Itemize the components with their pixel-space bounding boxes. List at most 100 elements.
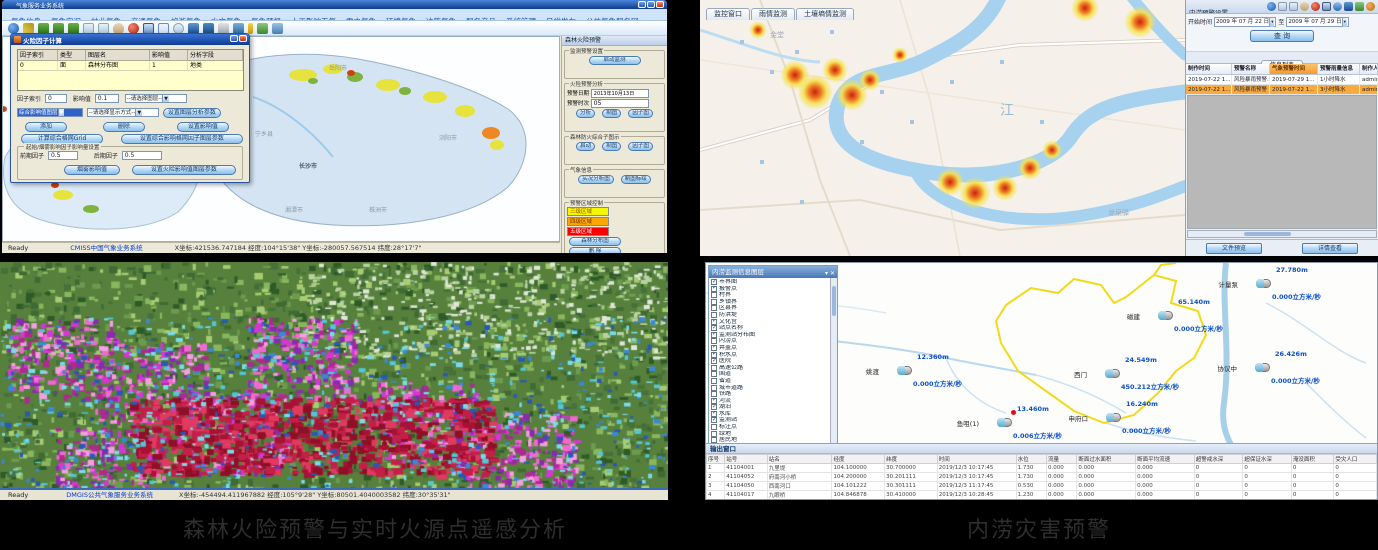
layer-checkbox[interactable] bbox=[711, 286, 717, 292]
col-header[interactable]: 超警戒水深 bbox=[1194, 455, 1243, 464]
horizontal-scrollbar[interactable] bbox=[1187, 230, 1377, 238]
layer-checkbox[interactable] bbox=[711, 365, 717, 371]
influence-input[interactable]: 0.1 bbox=[95, 94, 119, 103]
layer-item[interactable]: 国道 bbox=[711, 371, 829, 378]
date-to-input[interactable]: 2009 年 07 月 29 日▾ bbox=[1286, 17, 1349, 27]
layer-item[interactable]: 站点名称 bbox=[711, 325, 829, 332]
col-header[interactable]: 时间 bbox=[937, 455, 1016, 464]
layer-checkbox[interactable] bbox=[711, 325, 717, 331]
file-preview-button[interactable]: 文件预览 bbox=[1206, 243, 1262, 254]
panel-toolbar-icon[interactable] bbox=[1355, 2, 1364, 11]
status-system-link[interactable]: CMISS中国气象业务系统 bbox=[70, 244, 142, 252]
close-icon[interactable] bbox=[656, 1, 664, 8]
col-header[interactable]: 纬度 bbox=[885, 455, 938, 464]
col-header[interactable]: 断面过水面积 bbox=[1077, 455, 1136, 464]
layer-checkbox[interactable] bbox=[711, 338, 717, 344]
table-row[interactable]: 0 面 森林分布图 1 地类 bbox=[18, 61, 243, 71]
layer-item[interactable]: 防洪堤 bbox=[711, 312, 829, 319]
layer-item[interactable]: 居民地 bbox=[711, 437, 829, 443]
layer-item[interactable]: 乡镇界 bbox=[711, 299, 829, 306]
layer-item[interactable]: 省道 bbox=[711, 378, 829, 385]
layer-checkbox[interactable] bbox=[711, 378, 717, 384]
detail-view-button[interactable]: 详情查看 bbox=[1302, 243, 1358, 254]
window-titlebar[interactable]: 气象服务业务系统 bbox=[2, 0, 667, 9]
chevron-down-icon[interactable]: ▼ bbox=[162, 95, 169, 103]
dialog-titlebar[interactable]: 火险因子计算 bbox=[11, 34, 249, 45]
col-header[interactable]: 站号 bbox=[725, 455, 768, 464]
layer-checkbox[interactable] bbox=[711, 431, 717, 437]
station-gauge-icon[interactable] bbox=[1255, 363, 1270, 372]
display-mode-select[interactable]: --请选择显示方式--▼ bbox=[87, 108, 159, 117]
warning-row[interactable]: 2019-07-22 1... 风险暴雨预警... 2019-07-29 1..… bbox=[1186, 75, 1378, 85]
col-header[interactable]: 流量 bbox=[1047, 455, 1077, 464]
col-header[interactable]: 站名 bbox=[767, 455, 832, 464]
delete-button[interactable]: 删除 bbox=[103, 122, 145, 132]
layer-checkbox[interactable] bbox=[711, 292, 717, 298]
panel-toolbar-icon[interactable] bbox=[1289, 2, 1298, 11]
layer-item[interactable]: 报警点 bbox=[711, 286, 829, 293]
layer-item[interactable]: 积水点 bbox=[711, 352, 829, 359]
influence-layer-select[interactable]: 综合影响值图层▼ bbox=[17, 108, 83, 117]
layer-item[interactable]: 水库 bbox=[711, 411, 829, 418]
layer-checkbox[interactable] bbox=[711, 424, 717, 430]
dialog-close-icon[interactable] bbox=[239, 35, 247, 42]
chart-button[interactable]: 制图 bbox=[602, 109, 621, 118]
panel-toolbar-icon[interactable] bbox=[1267, 2, 1276, 11]
layer-checkbox[interactable] bbox=[711, 358, 717, 364]
warning-level-item[interactable]: 三级区域 bbox=[567, 207, 609, 216]
warning-level-item[interactable]: 四级区域 bbox=[567, 217, 609, 226]
table-row[interactable]: 341104050西南河口104.101222 30.3011112019/12… bbox=[707, 482, 1377, 491]
layer-checkbox[interactable] bbox=[711, 279, 717, 285]
forest-map-button[interactable]: 森林分布图 bbox=[569, 237, 621, 246]
toolbar-icon[interactable] bbox=[248, 23, 253, 34]
layer-checkbox[interactable] bbox=[711, 385, 717, 391]
satellite-false-color-image[interactable] bbox=[0, 262, 668, 488]
layer-item[interactable]: 河流 bbox=[711, 398, 829, 405]
set-influence-button[interactable]: 设置影响值 bbox=[177, 122, 229, 132]
station-gauge-icon[interactable] bbox=[997, 418, 1012, 427]
pre-factor-input[interactable]: 0.5 bbox=[48, 151, 78, 160]
station-map[interactable]: 姚渡 12.360m 0.000立方米/秒 鱼咀(1) 13.460m 0.00… bbox=[706, 263, 1377, 443]
smoke-influence-button[interactable]: 烟雾影响值 bbox=[64, 165, 120, 175]
layer-item[interactable]: 医院 bbox=[711, 358, 829, 365]
analyze-button[interactable]: 分析 bbox=[576, 109, 595, 118]
layer-item[interactable]: 铁路 bbox=[711, 391, 829, 398]
layer-checkbox[interactable] bbox=[711, 332, 717, 338]
map-tab[interactable]: 土壤墒情监测 bbox=[796, 8, 854, 20]
live-analysis-button[interactable]: 实况分析图 bbox=[578, 175, 614, 184]
layer-item[interactable]: 村界 bbox=[711, 292, 829, 299]
layer-checkbox[interactable] bbox=[711, 305, 717, 311]
layer-item[interactable]: 监测站分布图 bbox=[711, 332, 829, 339]
plot-annotate-button[interactable]: 制图标绘 bbox=[621, 175, 651, 184]
layer-checkbox[interactable] bbox=[711, 312, 717, 318]
collapse-icon[interactable]: ▾ bbox=[825, 270, 828, 277]
panel-toolbar-icon[interactable] bbox=[1333, 2, 1342, 11]
delete-button[interactable]: 删 除 bbox=[569, 247, 621, 253]
spinner-icon[interactable]: ▾ bbox=[1269, 18, 1274, 27]
toolbar-icon[interactable] bbox=[272, 23, 283, 34]
station-data-table[interactable]: 序号站号站名经度纬度时间水位流量断面过水面积断面平均流速超警戒水深超保证水深淹没… bbox=[706, 454, 1377, 499]
add-button[interactable]: 添加 bbox=[25, 122, 67, 132]
layer-checkbox[interactable] bbox=[711, 299, 717, 305]
panel-toolbar-icon[interactable] bbox=[1311, 2, 1320, 11]
layer-checkbox[interactable] bbox=[711, 371, 717, 377]
panel-toolbar-icon[interactable] bbox=[1366, 2, 1375, 11]
panel-toolbar-icon[interactable] bbox=[1278, 2, 1287, 11]
dialog-minimize-icon[interactable] bbox=[230, 35, 238, 42]
maximize-icon[interactable] bbox=[647, 1, 655, 8]
station-gauge-icon[interactable] bbox=[1158, 311, 1173, 320]
layer-checkbox[interactable] bbox=[711, 411, 717, 417]
factor-chart-button[interactable]: 因子图 bbox=[628, 109, 653, 118]
panel-toolbar-icon[interactable] bbox=[1300, 2, 1309, 11]
set-layer-params-button[interactable]: 设置图层分析参数 bbox=[163, 108, 221, 118]
date-from-input[interactable]: 2009 年 07 月 22 日▾ bbox=[1214, 17, 1277, 27]
layer-checkbox[interactable] bbox=[711, 345, 717, 351]
col-header[interactable]: 水位 bbox=[1016, 455, 1046, 464]
col-header[interactable]: 超保证水深 bbox=[1243, 455, 1292, 464]
layer-item[interactable]: 内涝点 bbox=[711, 338, 829, 345]
warning-date-input[interactable]: 2013年10月13日 bbox=[591, 89, 649, 98]
layer-item[interactable]: 井盖点 bbox=[711, 345, 829, 352]
chevron-down-icon[interactable]: ▼ bbox=[58, 109, 65, 117]
table-row[interactable]: 441104017九眼桥104.846878 30.4100002019/12/… bbox=[707, 491, 1377, 500]
layer-checkbox[interactable] bbox=[711, 404, 717, 410]
